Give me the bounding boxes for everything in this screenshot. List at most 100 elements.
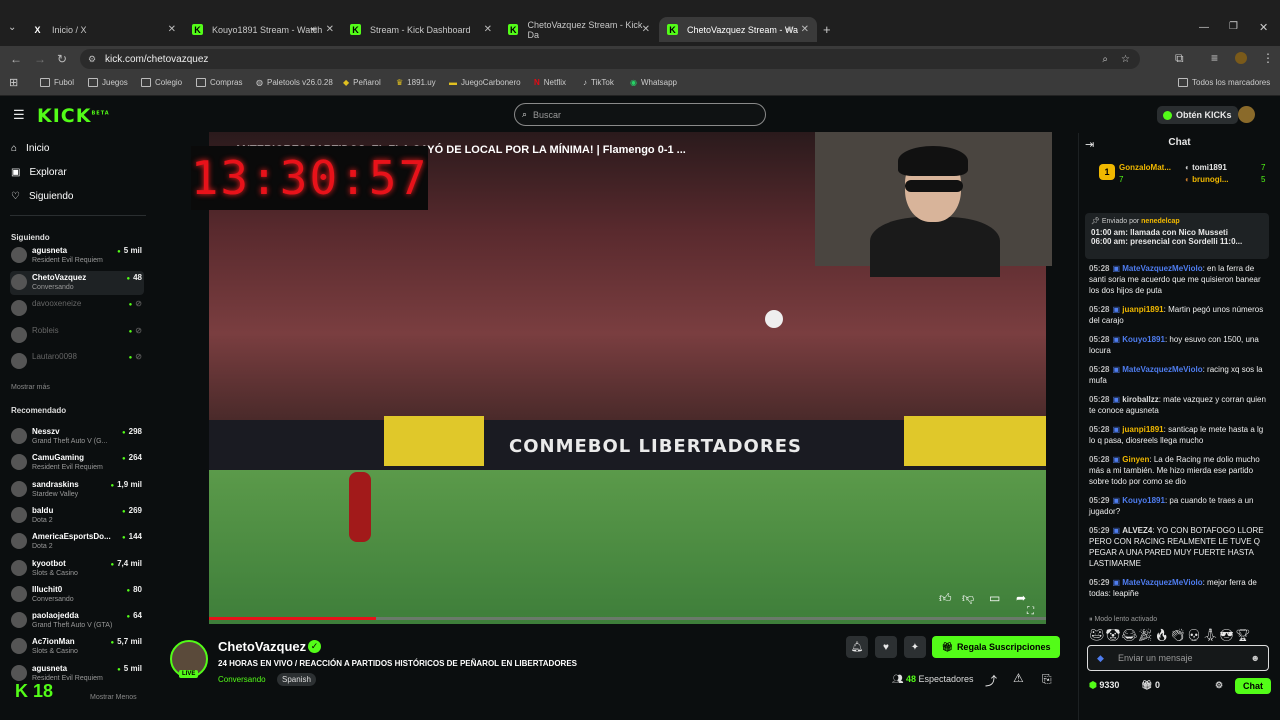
chat-message[interactable]: 05:29 ▣ Kouyo1891: pa cuando te traes a u… xyxy=(1089,495,1271,517)
close-icon[interactable]: ✕ xyxy=(801,24,809,35)
sidebar-channel[interactable]: paolaojeddaGrand Theft Auto V (GTA) 64 xyxy=(10,609,144,633)
chat-message[interactable]: 05:28 ▣ MateVazquezMeViolo: racing xq sos… xyxy=(1089,364,1271,386)
chat-message[interactable]: 05:29 ▣ ALVEZ4: YO CON BOTAFOGO LLORE PER… xyxy=(1089,525,1271,569)
kick-logo[interactable]: KICKBETA xyxy=(37,105,110,127)
chat-message[interactable]: 05:28 ▣ juanpi1891: Martin pegó unos núme… xyxy=(1089,304,1271,326)
share-icon[interactable]: ⤴ xyxy=(985,672,997,689)
media-icon[interactable]: ≡ xyxy=(1211,51,1218,65)
close-icon[interactable]: ✕ xyxy=(168,24,176,35)
get-kicks-button[interactable]: Obtén KICKs xyxy=(1157,106,1238,124)
nav-siguiendo[interactable]: ♡ Siguiendo xyxy=(11,191,73,202)
thumbs-up-icon[interactable]: 👍︎ xyxy=(939,591,952,606)
url-field[interactable]: ⚙ kick.com/chetovazquez ⌕ ☆ xyxy=(80,49,1140,69)
settings-icon[interactable]: ⚙ xyxy=(1215,680,1223,691)
points[interactable]: ⬢ 9330 xyxy=(1089,680,1119,691)
sidebar-channel[interactable]: Ac7ionManSlots & Casino 5,7 mil xyxy=(10,635,144,659)
sidebar-channel[interactable]: ChetoVazquezConversando 48 xyxy=(10,270,144,295)
close-window-icon[interactable]: ✕ xyxy=(1259,21,1268,34)
back-icon[interactable]: ← xyxy=(10,52,22,66)
sidebar-channel[interactable]: CamuGamingResident Evil Requiem 264 xyxy=(10,451,144,475)
sidebar-channel[interactable]: Illuchit0Conversando 80 xyxy=(10,583,144,607)
bookmark-1[interactable]: Juegos xyxy=(88,78,128,87)
channel-name[interactable]: ChetoVazquez xyxy=(218,639,306,654)
menu-icon[interactable]: ⋮ xyxy=(1262,51,1274,65)
chat-message[interactable]: 05:29 ▣ MateVazquezMeViolo: mejor ferra d… xyxy=(1089,577,1271,599)
bookmark-7[interactable]: ▬ JuegoCarbonero xyxy=(449,78,521,87)
thumbs-down-icon[interactable]: 👎︎ xyxy=(962,591,974,606)
sparkle-button[interactable]: ✦ xyxy=(904,636,926,658)
bookmark-4[interactable]: ◍ Paletools v26.0.28 xyxy=(256,78,333,87)
maximize-icon[interactable]: ❐ xyxy=(1229,21,1238,32)
language-tag[interactable]: Spanish xyxy=(277,673,316,686)
new-tab-icon[interactable]: + xyxy=(823,22,831,37)
gift-subs-button[interactable]: 🎁︎ Regala Suscripciones xyxy=(932,636,1060,658)
close-icon[interactable]: ✕ xyxy=(326,24,334,35)
tab-search-chevron-icon[interactable]: ⌄ xyxy=(8,22,16,33)
close-icon[interactable]: ✕ xyxy=(484,24,492,35)
sidebar-channel[interactable]: agusneta Resident Evil Requiem 5 mil xyxy=(10,244,144,268)
message-user[interactable]: juanpi1891 xyxy=(1122,425,1163,434)
close-icon[interactable]: ✕ xyxy=(642,24,650,35)
gifts[interactable]: 🎁︎ 0 xyxy=(1141,680,1160,691)
chat-message[interactable]: 05:28 ▣ juanpi1891: santicap le mete hast… xyxy=(1089,424,1271,446)
speaker-icon[interactable]: 🔊︎ xyxy=(311,24,317,35)
message-user[interactable]: Kouyo1891 xyxy=(1122,496,1165,505)
nav-explorar[interactable]: ▣ Explorar xyxy=(11,167,67,178)
search-input[interactable]: ⌕ Buscar xyxy=(514,103,766,126)
clip-icon[interactable]: ⎘ xyxy=(1042,672,1052,687)
forward-icon[interactable]: → xyxy=(34,52,46,66)
all-bookmarks[interactable]: Todos los marcadores xyxy=(1178,78,1270,87)
tab-1[interactable]: K Kouyo1891 Stream - Watch 🔊︎ ✕ xyxy=(184,17,342,42)
apps-icon[interactable]: ⊞ xyxy=(9,76,18,89)
emoji-icon[interactable]: ☻ xyxy=(1251,646,1260,670)
report-icon[interactable]: ⚠ xyxy=(1013,671,1024,685)
extensions-icon[interactable]: ⧉ xyxy=(1175,51,1184,66)
sidebar-channel[interactable]: kyootbotSlots & Casino 7,4 mil xyxy=(10,557,144,581)
chat-message[interactable]: 05:28 ▣ kiroballzz: mate vazquez y corran… xyxy=(1089,394,1271,416)
notifications-button[interactable]: 🔔︎ xyxy=(846,636,868,658)
message-user[interactable]: Ginyen xyxy=(1122,455,1149,464)
speaker-icon[interactable]: 🔊︎ xyxy=(786,24,792,35)
bookmark-6[interactable]: ♛ 1891.uy xyxy=(396,78,436,87)
tab-3[interactable]: K ChetoVazquez Stream - Kick Da ✕ xyxy=(500,17,658,42)
show-more-link[interactable]: Mostrar más xyxy=(11,384,50,391)
bookmark-star-icon[interactable]: ☆ xyxy=(1121,54,1130,65)
sidebar-channel[interactable]: sandraskinsStardew Valley 1,9 mil xyxy=(10,478,144,502)
bookmark-9[interactable]: ♪ TikTok xyxy=(583,78,614,87)
chat-input[interactable]: ◆ Enviar un mensaje ☻ xyxy=(1087,645,1269,671)
profile-avatar[interactable] xyxy=(1235,52,1247,64)
chat-message[interactable]: 05:28 ▣ Ginyen: La de Racing me dolio muc… xyxy=(1089,454,1271,487)
bookmark-5[interactable]: ◆ Peñarol xyxy=(343,78,381,87)
message-user[interactable]: MateVazquezMeViolo xyxy=(1122,365,1202,374)
emote-bar[interactable]: 🐸︎🤡︎😂︎🎉︎🔥︎👏︎💀︎🙏︎😎︎🏆︎ xyxy=(1089,628,1251,642)
stream-category[interactable]: Conversando xyxy=(218,675,266,684)
chat-message[interactable]: 05:28 ▣ MateVazquezMeViolo: en la ferra d… xyxy=(1089,263,1271,296)
minimize-icon[interactable]: — xyxy=(1199,22,1209,33)
sidebar-channel[interactable]: davooxeneize ⊘ xyxy=(10,297,144,321)
bookmark-0[interactable]: Fubol xyxy=(40,78,74,87)
share-icon[interactable]: ➦ xyxy=(1016,591,1026,605)
bookmark-8[interactable]: N Netflix xyxy=(534,78,566,87)
comment-icon[interactable]: ▭ xyxy=(989,591,1000,605)
pinned-message[interactable]: 📌︎ Enviado por nenedelcap 01:00 am: llam… xyxy=(1085,213,1269,259)
send-chat-button[interactable]: Chat xyxy=(1235,678,1271,694)
reload-icon[interactable]: ↻ xyxy=(57,52,67,66)
chat-message[interactable]: 05:28 ▣ Kouyo1891: hoy esuvo con 1500, un… xyxy=(1089,334,1271,356)
hamburger-icon[interactable]: ☰ xyxy=(13,107,25,123)
site-info-icon[interactable]: ⚙ xyxy=(88,54,96,65)
sidebar-channel[interactable]: Robleis ⊘ xyxy=(10,324,144,348)
message-user[interactable]: kiroballzz xyxy=(1122,395,1158,404)
follow-button[interactable]: ♥ xyxy=(875,636,897,658)
sidebar-channel[interactable]: Nesszv Grand Theft Auto V (G... 298 xyxy=(10,425,144,449)
message-user[interactable]: ALVEZ4 xyxy=(1122,526,1152,535)
zoom-icon[interactable]: ⌕ xyxy=(1102,54,1108,65)
bookmark-10[interactable]: ◉ Whatsapp xyxy=(630,78,677,87)
message-user[interactable]: MateVazquezMeViolo xyxy=(1122,578,1202,587)
fullscreen-icon[interactable]: ⛶ xyxy=(1027,606,1034,617)
nav-inicio[interactable]: ⌂ Inicio xyxy=(11,143,49,154)
progress-bar[interactable] xyxy=(209,617,1046,620)
sidebar-channel[interactable]: Lautaro0098 ⊘ xyxy=(10,350,144,374)
sidebar-channel[interactable]: balduDota 2 269 xyxy=(10,504,144,528)
show-less-link[interactable]: Mostrar Menos xyxy=(90,694,137,701)
bookmark-2[interactable]: Colegio xyxy=(141,78,182,87)
